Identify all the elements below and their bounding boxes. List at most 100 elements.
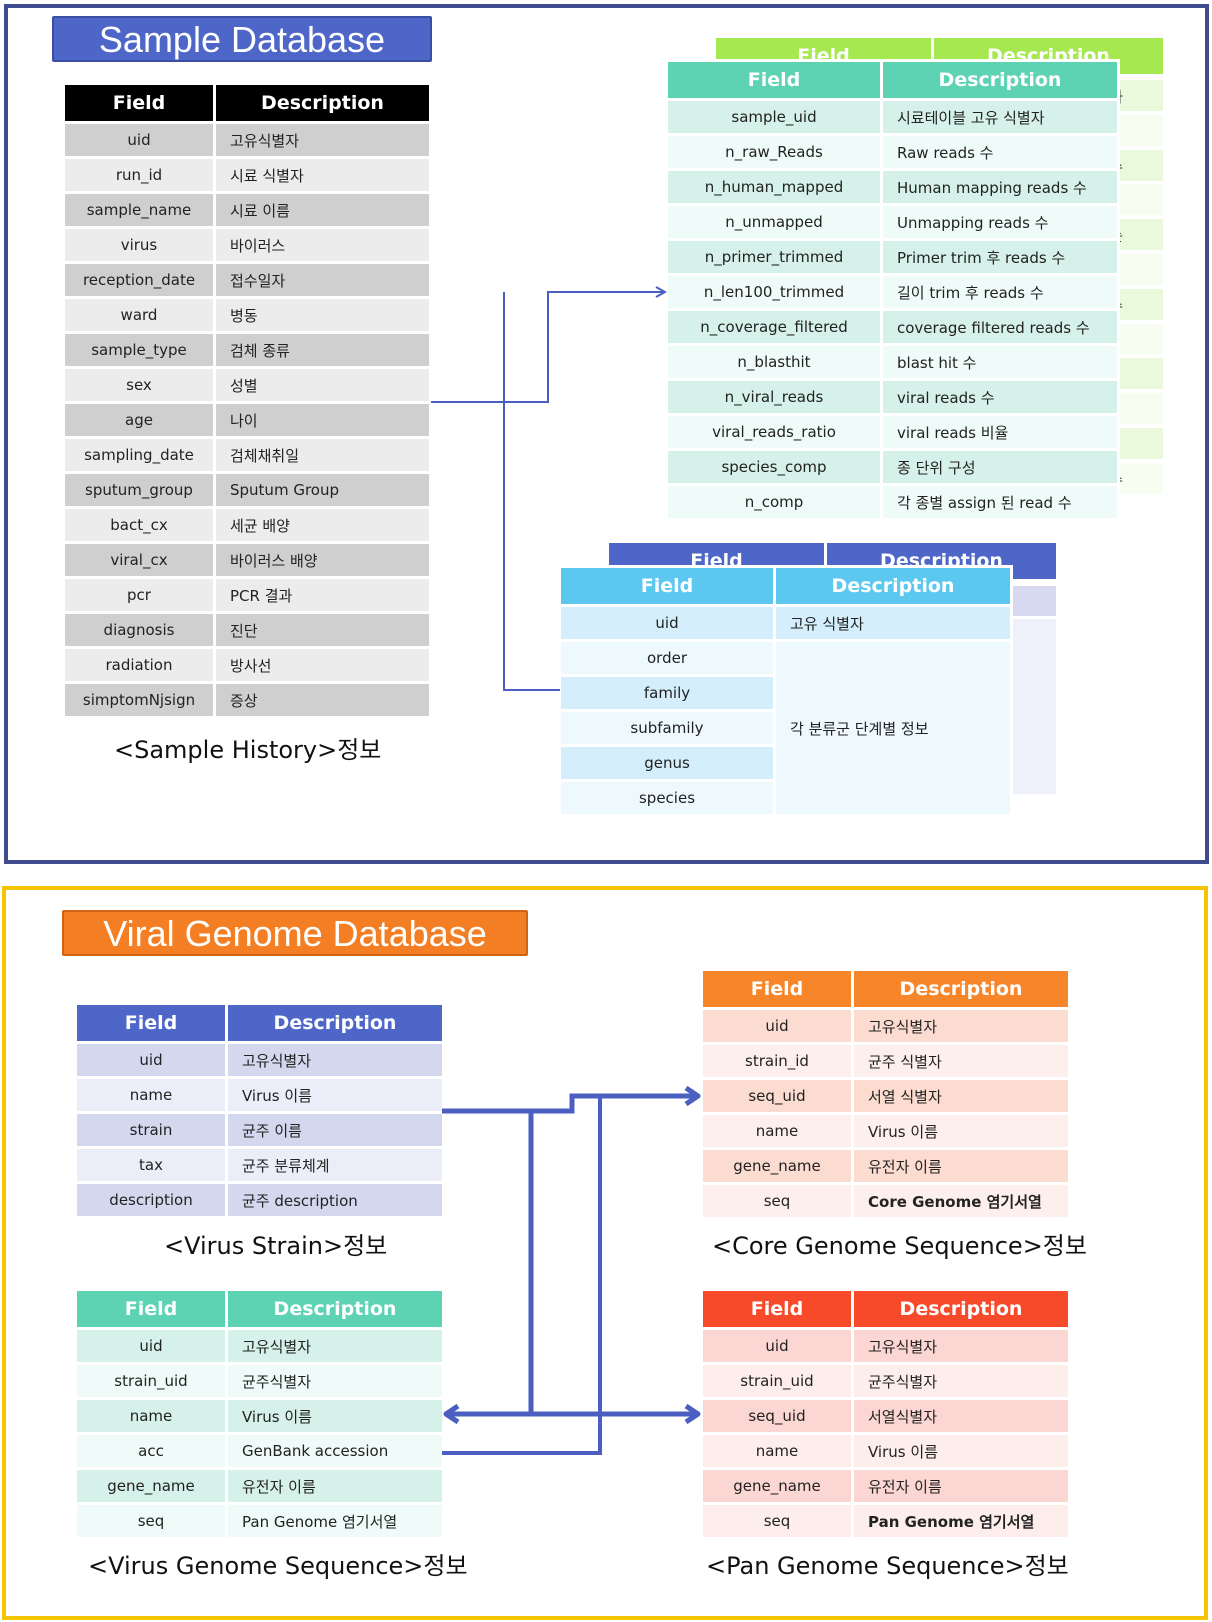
- field-cell: bact_cx: [65, 509, 213, 541]
- table-row: run_id 시료 식별자: [65, 159, 429, 191]
- table-row: sampling_date 검체채취일: [65, 439, 429, 471]
- description-cell: 균주 분류체계: [228, 1149, 442, 1181]
- field-cell: seq_uid: [703, 1400, 851, 1432]
- field-cell: strain_id: [703, 1045, 851, 1077]
- description-cell: 균주 이름: [228, 1114, 442, 1146]
- description-cell: Sputum Group: [216, 474, 429, 506]
- description-cell: 병동: [216, 299, 429, 331]
- table-row: name Virus 이름: [77, 1400, 442, 1432]
- header-description: Description: [883, 62, 1117, 98]
- table-row: gene_name 유전자 이름: [703, 1470, 1068, 1502]
- description-cell: 고유 식별자: [776, 607, 1010, 639]
- description-cell: 시료 식별자: [216, 159, 429, 191]
- virus-strain-caption: <Virus Strain>정보: [164, 1232, 388, 1260]
- description-cell: 진단: [216, 614, 429, 646]
- table-row: sample_name 시료 이름: [65, 194, 429, 226]
- description-cell: 고유식별자: [854, 1010, 1068, 1042]
- table-row: strain_id 균주 식별자: [703, 1045, 1068, 1077]
- description-cell: 서열 식별자: [854, 1080, 1068, 1112]
- description-cell: 각 종별 assign 된 read 수: [883, 486, 1117, 518]
- description-cell: 유전자 이름: [854, 1470, 1068, 1502]
- description-cell: Virus 이름: [854, 1115, 1068, 1147]
- description-cell: GenBank accession: [228, 1435, 442, 1467]
- description-cell: 균주식별자: [228, 1365, 442, 1397]
- field-cell: viral_cx: [65, 544, 213, 576]
- header-field: Field: [561, 568, 773, 604]
- description-cell: 고유식별자: [854, 1330, 1068, 1362]
- sample-history-table: Field Description uid 고유식별자 run_id 시료 식별자 sa…: [62, 82, 432, 719]
- field-cell: uid: [703, 1330, 851, 1362]
- header-field: Field: [703, 971, 851, 1007]
- virus-genome-sequence-table: Field Description uid 고유식별자 strain_uid 균주식별…: [74, 1288, 445, 1540]
- header-description: Description: [216, 85, 429, 121]
- description-cell: 세균 배양: [216, 509, 429, 541]
- table-row: gene_name 유전자 이름: [703, 1150, 1068, 1182]
- field-cell: species: [561, 782, 773, 814]
- description-cell: Virus 이름: [228, 1400, 442, 1432]
- description-cell: viral reads 수: [883, 381, 1117, 413]
- description-cell: Core Genome 염기서열: [854, 1185, 1068, 1217]
- field-cell: n_primer_trimmed: [668, 241, 880, 273]
- table-row: order 각 분류군 단계별 정보: [561, 642, 1010, 814]
- field-cell: pcr: [65, 579, 213, 611]
- description-cell: 고유식별자: [216, 124, 429, 156]
- table-row: uid 고유식별자: [77, 1044, 442, 1076]
- field-cell: n_viral_reads: [668, 381, 880, 413]
- field-cell: strain_uid: [703, 1365, 851, 1397]
- table-row: uid 고유식별자: [77, 1330, 442, 1362]
- table-row: gene_name 유전자 이름: [77, 1470, 442, 1502]
- table-row: ward 병동: [65, 299, 429, 331]
- virus-genome-sequence-caption: <Virus Genome Sequence>정보: [88, 1552, 468, 1580]
- description-cell: 균주 식별자: [854, 1045, 1068, 1077]
- field-cell: tax: [77, 1149, 225, 1181]
- description-cell: 종 단위 구성: [883, 451, 1117, 483]
- table-row: uid 고유식별자: [703, 1010, 1068, 1042]
- field-cell: viral_reads_ratio: [668, 416, 880, 448]
- table-row: uid 고유식별자: [65, 124, 429, 156]
- table-row: strain_uid 균주식별자: [703, 1365, 1068, 1397]
- field-cell: sample_type: [65, 334, 213, 366]
- description-cell: 유전자 이름: [854, 1150, 1068, 1182]
- table-row: sputum_group Sputum Group: [65, 474, 429, 506]
- field-cell: subfamily: [561, 712, 773, 744]
- field-cell: genus: [561, 747, 773, 779]
- field-cell: gene_name: [77, 1470, 225, 1502]
- table-row: pcr PCR 결과: [65, 579, 429, 611]
- header-field: Field: [77, 1005, 225, 1041]
- description-cell: Virus 이름: [228, 1079, 442, 1111]
- table-row: seq_uid 서열 식별자: [703, 1080, 1068, 1112]
- field-cell: uid: [77, 1330, 225, 1362]
- field-cell: seq: [77, 1505, 225, 1537]
- table-row: viral_reads_ratio viral reads 비율: [668, 416, 1117, 448]
- field-cell: n_human_mapped: [668, 171, 880, 203]
- table-row: bact_cx 세균 배양: [65, 509, 429, 541]
- header-description: Description: [854, 971, 1068, 1007]
- description-cell: 검체채취일: [216, 439, 429, 471]
- table-row: acc GenBank accession: [77, 1435, 442, 1467]
- field-cell: seq: [703, 1185, 851, 1217]
- field-cell: radiation: [65, 649, 213, 681]
- field-cell: species_comp: [668, 451, 880, 483]
- field-cell: acc: [77, 1435, 225, 1467]
- field-cell: name: [77, 1079, 225, 1111]
- field-cell: gene_name: [703, 1470, 851, 1502]
- field-cell: name: [703, 1435, 851, 1467]
- table-row: virus 바이러스: [65, 229, 429, 261]
- table-row: n_coverage_filtered coverage filtered rea…: [668, 311, 1117, 343]
- field-cell: n_len100_trimmed: [668, 276, 880, 308]
- field-cell: ward: [65, 299, 213, 331]
- table-row: reception_date 접수일자: [65, 264, 429, 296]
- field-cell: description: [77, 1184, 225, 1216]
- field-cell: seq: [703, 1505, 851, 1537]
- description-cell: 검체 종류: [216, 334, 429, 366]
- reads-statistics-table: Field Description sample_uid 시료테이블 고유 식별자…: [665, 59, 1120, 521]
- field-cell: family: [561, 677, 773, 709]
- table-row: strain_uid 균주식별자: [77, 1365, 442, 1397]
- table-row: strain 균주 이름: [77, 1114, 442, 1146]
- field-cell: uid: [65, 124, 213, 156]
- field-cell: diagnosis: [65, 614, 213, 646]
- description-cell: 고유식별자: [228, 1044, 442, 1076]
- table-row: viral_cx 바이러스 배양: [65, 544, 429, 576]
- description-cell: Human mapping reads 수: [883, 171, 1117, 203]
- table-row: tax 균주 분류체계: [77, 1149, 442, 1181]
